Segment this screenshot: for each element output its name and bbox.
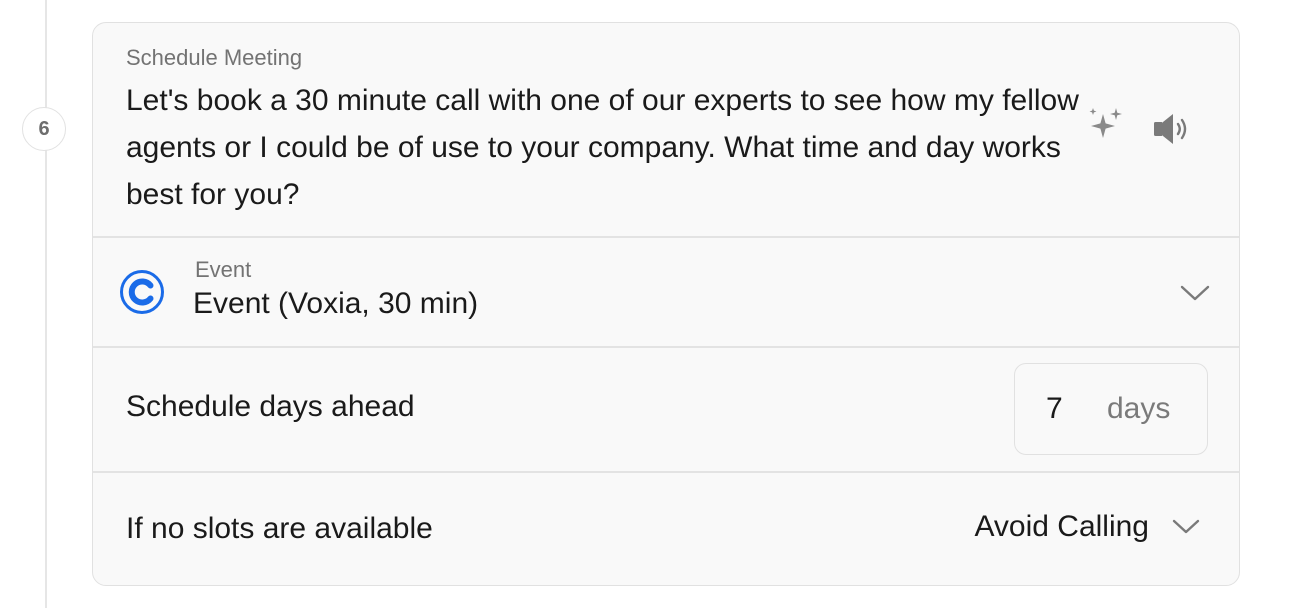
message-section: Schedule Meeting Let's book a 30 minute … — [93, 23, 1239, 237]
speaker-icon[interactable] — [1151, 109, 1193, 149]
message-caption: Schedule Meeting — [126, 45, 303, 70]
calendly-logo — [119, 269, 165, 315]
schedule-days-label: Schedule days ahead — [126, 390, 415, 423]
chevron-down-icon[interactable] — [1175, 273, 1215, 313]
no-slots-row: If no slots are available Avoid Calling — [93, 472, 1239, 585]
sparkles-icon[interactable] — [1086, 105, 1126, 145]
step-number-badge: 6 — [22, 107, 66, 151]
schedule-days-input[interactable]: 7 days — [1014, 363, 1208, 455]
schedule-days-unit: days — [1107, 392, 1171, 425]
no-slots-dropdown[interactable]: Avoid Calling — [974, 502, 1201, 552]
schedule-days-value[interactable]: 7 — [1046, 392, 1063, 426]
no-slots-value: Avoid Calling — [974, 510, 1149, 543]
event-caption: Event — [195, 257, 252, 282]
event-selector[interactable]: Event Event (Voxia, 30 min) — [93, 237, 1239, 347]
schedule-meeting-card: Schedule Meeting Let's book a 30 minute … — [92, 22, 1240, 586]
message-text[interactable]: Let's book a 30 minute call with one of … — [126, 77, 1096, 218]
timeline-line — [45, 0, 47, 608]
event-value: Event (Voxia, 30 min) — [193, 287, 479, 320]
no-slots-label: If no slots are available — [126, 512, 433, 545]
chevron-down-icon[interactable] — [1171, 512, 1201, 542]
schedule-days-row: Schedule days ahead 7 days — [93, 347, 1239, 472]
